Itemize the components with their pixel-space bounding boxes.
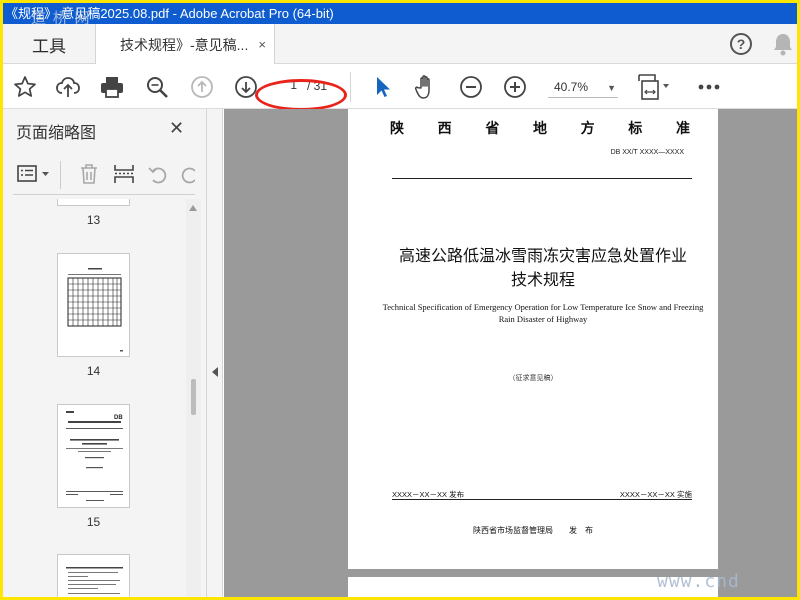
header-char: 陕: [390, 121, 404, 137]
scrollbar-thumb[interactable]: [191, 379, 196, 415]
zoom-level-value: 40.7%: [554, 80, 589, 94]
thumbnail-label: 14: [86, 364, 101, 378]
select-arrow-icon[interactable]: [369, 74, 395, 100]
panel-title: 页面缩略图: [16, 125, 97, 142]
print-icon[interactable]: [99, 74, 125, 100]
page-up-icon[interactable]: [189, 74, 215, 100]
tools-divider: [60, 161, 61, 189]
fit-page-icon[interactable]: [635, 74, 673, 100]
tab-document[interactable]: 技术规程》-意见稿... ×: [95, 24, 275, 65]
title-chinese: 高速公路低温冰雪雨冻灾害应急处置作业 技术规程: [378, 245, 708, 293]
main-toolbar: 1 / 31 40.7% ▼: [3, 64, 797, 111]
standard-header: 陕 西 省 地 方 标 准: [390, 118, 690, 138]
cloud-upload-icon[interactable]: [55, 74, 81, 100]
zoom-in-icon[interactable]: [502, 74, 528, 100]
acrobat-window: 《规程》-意见稿2025.08.pdf - Adobe Acrobat Pro …: [3, 3, 797, 597]
footer-rule: [392, 499, 692, 500]
bell-icon[interactable]: [772, 32, 794, 61]
thumbnail-page-14[interactable]: [57, 253, 130, 357]
thumbnail-page-13[interactable]: [57, 199, 130, 206]
zoom-out-icon[interactable]: [458, 74, 484, 100]
title-chinese-line: 技术规程: [510, 272, 575, 289]
tab-close-icon[interactable]: ×: [258, 37, 266, 52]
delete-icon[interactable]: [79, 163, 99, 190]
thumbnail-page-15[interactable]: DB: [57, 404, 130, 508]
header-char: 西: [437, 121, 452, 137]
scroll-up-arrow-icon[interactable]: [189, 205, 197, 211]
chevron-down-icon: ▼: [607, 83, 616, 93]
header-char: 准: [675, 121, 690, 137]
thumbnail-label: 15: [86, 515, 101, 529]
tab-tools[interactable]: 工具: [3, 24, 95, 64]
thumbnail-label: 13: [86, 213, 101, 227]
document-page: 陕 西 省 地 方 标 准 DB XX/T XXXX—XXXX 高速公路低温冰雪…: [348, 109, 718, 569]
standard-code: DB XX/T XXXX—XXXX: [610, 149, 684, 156]
thumbnail-toolbar: [13, 161, 195, 189]
thumbnail-standard-code: DB: [114, 415, 123, 421]
toolbar-divider: [350, 72, 351, 102]
document-canvas[interactable]: 陕 西 省 地 方 标 准 DB XX/T XXXX—XXXX 高速公路低温冰雪…: [224, 109, 797, 597]
issuer: 陕西省市场监督管理局 发 布: [473, 526, 593, 535]
header-char: 地: [532, 121, 547, 137]
header-char: 方: [580, 121, 595, 137]
more-icon[interactable]: [694, 74, 724, 100]
header-char: 省: [485, 121, 500, 137]
thumbnail-scrollbar[interactable]: [186, 199, 201, 597]
zoom-level-select[interactable]: 40.7% ▼: [548, 78, 618, 98]
collapse-left-icon[interactable]: [212, 367, 218, 377]
panel-divider: [13, 194, 195, 195]
title-bar: 《规程》-意见稿2025.08.pdf - Adobe Acrobat Pro …: [3, 3, 797, 24]
draft-label: （征求意见稿）: [508, 375, 558, 382]
redo-icon[interactable]: [179, 163, 195, 190]
thumbnail-list: 13 14 DB 15: [3, 199, 183, 597]
insert-page-icon[interactable]: [113, 163, 135, 190]
star-icon[interactable]: [12, 74, 38, 100]
panel-collapse-strip[interactable]: [207, 109, 223, 597]
thumbnail-page-16[interactable]: [57, 554, 130, 597]
header-rule: [392, 178, 692, 179]
tab-document-label: 技术规程》-意见稿...: [120, 36, 249, 53]
panel-close-icon[interactable]: ✕: [169, 118, 184, 139]
tab-bar: 工具 技术规程》-意见稿... × ?: [3, 24, 797, 65]
help-icon[interactable]: ?: [730, 33, 752, 55]
watermark-bottom: www.cnd: [657, 571, 740, 592]
hand-icon[interactable]: [413, 74, 439, 100]
header-char: 标: [628, 121, 643, 137]
search-zoom-icon[interactable]: [144, 74, 170, 100]
title-chinese-line: 高速公路低温冰雪雨冻灾害应急处置作业: [398, 248, 687, 265]
page-thumbnails-panel: 页面缩略图 ✕ 13 14 DB 15: [3, 109, 207, 597]
options-icon[interactable]: [17, 164, 51, 189]
undo-icon[interactable]: [147, 163, 169, 190]
title-english: Technical Specification of Emergency Ope…: [382, 302, 704, 324]
annotation-ellipse: [255, 79, 347, 111]
